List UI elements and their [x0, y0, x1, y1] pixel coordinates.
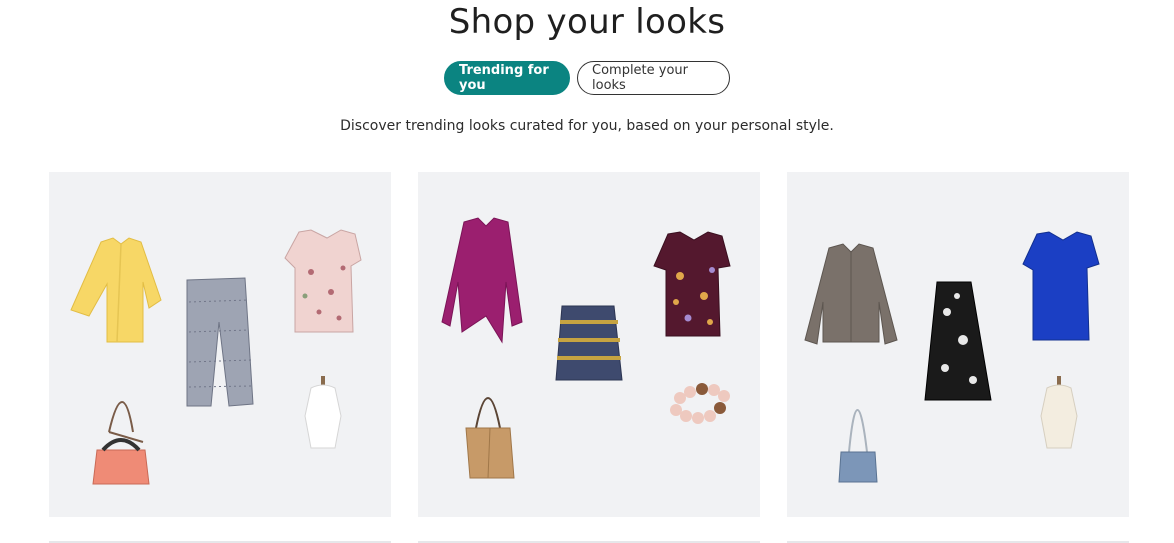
bust-form-image — [304, 376, 342, 449]
gray-suede-jacket-image — [804, 243, 898, 345]
floral-midi-skirt-image — [924, 281, 992, 401]
look-2-outfit-image — [441, 217, 731, 479]
page-title: Shop your looks — [448, 2, 726, 42]
beaded-bracelet-image — [670, 383, 730, 424]
look-3-outfit-image — [804, 231, 1100, 483]
magenta-wrap-cardigan-image — [441, 217, 523, 344]
tan-bucket-bag-image — [465, 397, 515, 479]
denim-crossbody-bag-image — [838, 409, 878, 483]
look-1-outfit-image — [70, 229, 362, 485]
look-card-2[interactable] — [418, 172, 760, 517]
page-subtitle: Discover trending looks curated for you,… — [340, 118, 834, 134]
patterned-cropped-pants-image — [186, 277, 254, 407]
cobalt-blouse-image — [1022, 231, 1100, 341]
tab-trending-for-you[interactable]: Trending for you — [444, 61, 570, 95]
floral-blouse-image — [284, 229, 362, 333]
look-card-1[interactable] — [49, 172, 391, 517]
look-tabs: Trending for you Complete your looks — [0, 61, 1174, 95]
floral-cap-sleeve-top-image — [653, 231, 731, 337]
tab-complete-your-looks[interactable]: Complete your looks — [577, 61, 730, 95]
look-card-3[interactable] — [787, 172, 1129, 517]
printed-mini-skirt-image — [555, 305, 623, 381]
yellow-cardigan-image — [70, 237, 162, 343]
coral-tote-bag-image — [92, 401, 150, 485]
bust-form-image — [1040, 376, 1078, 449]
